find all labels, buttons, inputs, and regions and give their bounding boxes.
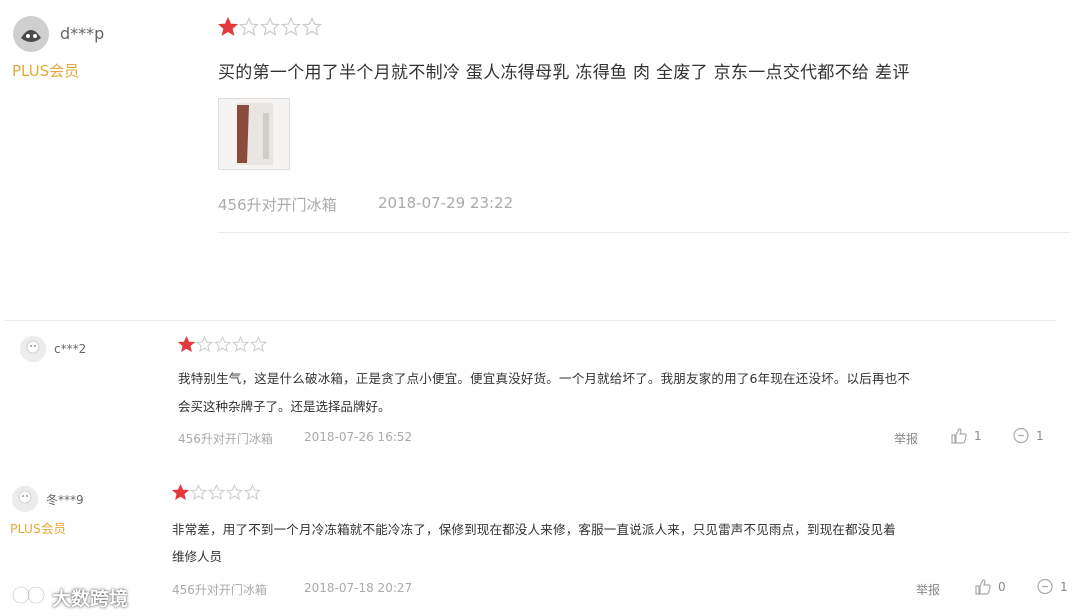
- star-filled-icon: [172, 484, 189, 501]
- rating-stars: [172, 484, 261, 501]
- like-button[interactable]: 1: [950, 427, 982, 445]
- like-button[interactable]: 0: [974, 578, 1006, 596]
- report-label: 举报: [916, 583, 941, 597]
- like-count: 0: [998, 580, 1006, 594]
- star-empty-icon: [260, 17, 280, 37]
- rating-stars: [178, 336, 267, 353]
- username: d***p: [60, 24, 105, 43]
- username: 冬***9: [46, 493, 84, 507]
- report-button[interactable]: 举报: [916, 581, 940, 598]
- star-empty-icon: [190, 484, 207, 501]
- avatar[interactable]: [12, 486, 38, 512]
- rating-stars: [218, 17, 322, 37]
- star-empty-icon: [226, 484, 243, 501]
- star-empty-icon: [208, 484, 225, 501]
- review-time: 2018-07-29 23:22: [378, 194, 514, 212]
- comment-icon: [1012, 427, 1030, 445]
- star-empty-icon: [250, 336, 267, 353]
- star-empty-icon: [196, 336, 213, 353]
- review-content: 买的第一个用了半个月就不制冷 蛋人冻得母乳 冻得鱼 肉 全废了 京东一点交代都不…: [218, 63, 910, 83]
- review-content-line: 维修人员: [172, 549, 223, 564]
- watermark-text: 大数跨境: [52, 588, 129, 610]
- star-empty-icon: [302, 17, 322, 37]
- product-name[interactable]: 456升对开门冰箱: [218, 194, 337, 215]
- review-time: 2018-07-18 20:27: [304, 581, 413, 595]
- star-empty-icon: [281, 17, 301, 37]
- plus-member-badge: PLUS会员: [12, 62, 80, 80]
- reply-count: 1: [1060, 580, 1068, 594]
- star-empty-icon: [232, 336, 249, 353]
- like-count: 1: [974, 429, 982, 443]
- review-content-line: 非常差，用了不到一个月冷冻箱就不能冷冻了，保修到现在都没人来修，客服一直说派人来…: [172, 522, 896, 537]
- watermark-logo-icon: [11, 583, 46, 612]
- review-time: 2018-07-26 16:52: [304, 430, 413, 444]
- review-content-line: 我特别生气，这是什么破冰箱，正是贪了点小便宜。便宜真没好货。一个月就给坏了。我朋…: [178, 371, 911, 386]
- star-empty-icon: [239, 17, 259, 37]
- product-name[interactable]: 456升对开门冰箱: [172, 581, 267, 598]
- divider: [218, 232, 1070, 233]
- avatar[interactable]: [13, 16, 49, 52]
- avatar[interactable]: [20, 336, 46, 362]
- star-filled-icon: [178, 336, 195, 353]
- comment-icon: [1036, 578, 1054, 596]
- plus-member-badge: PLUS会员: [10, 521, 66, 536]
- star-empty-icon: [214, 336, 231, 353]
- report-label: 举报: [894, 432, 919, 446]
- watermark: 大数跨境: [11, 583, 129, 612]
- thumbs-up-icon: [974, 578, 992, 596]
- star-filled-icon: [218, 17, 238, 37]
- reply-count: 1: [1036, 429, 1044, 443]
- username: c***2: [54, 342, 87, 356]
- review-photo-thumbnail[interactable]: [218, 98, 290, 170]
- product-name[interactable]: 456升对开门冰箱: [178, 430, 273, 447]
- divider: [4, 320, 1056, 321]
- thumbs-up-icon: [950, 427, 968, 445]
- report-button[interactable]: 举报: [894, 430, 918, 447]
- reply-button[interactable]: 1: [1012, 427, 1044, 445]
- reply-button[interactable]: 1: [1036, 578, 1068, 596]
- review-content-line: 会买这种杂牌子了。还是选择品牌好。: [178, 399, 391, 414]
- star-empty-icon: [244, 484, 261, 501]
